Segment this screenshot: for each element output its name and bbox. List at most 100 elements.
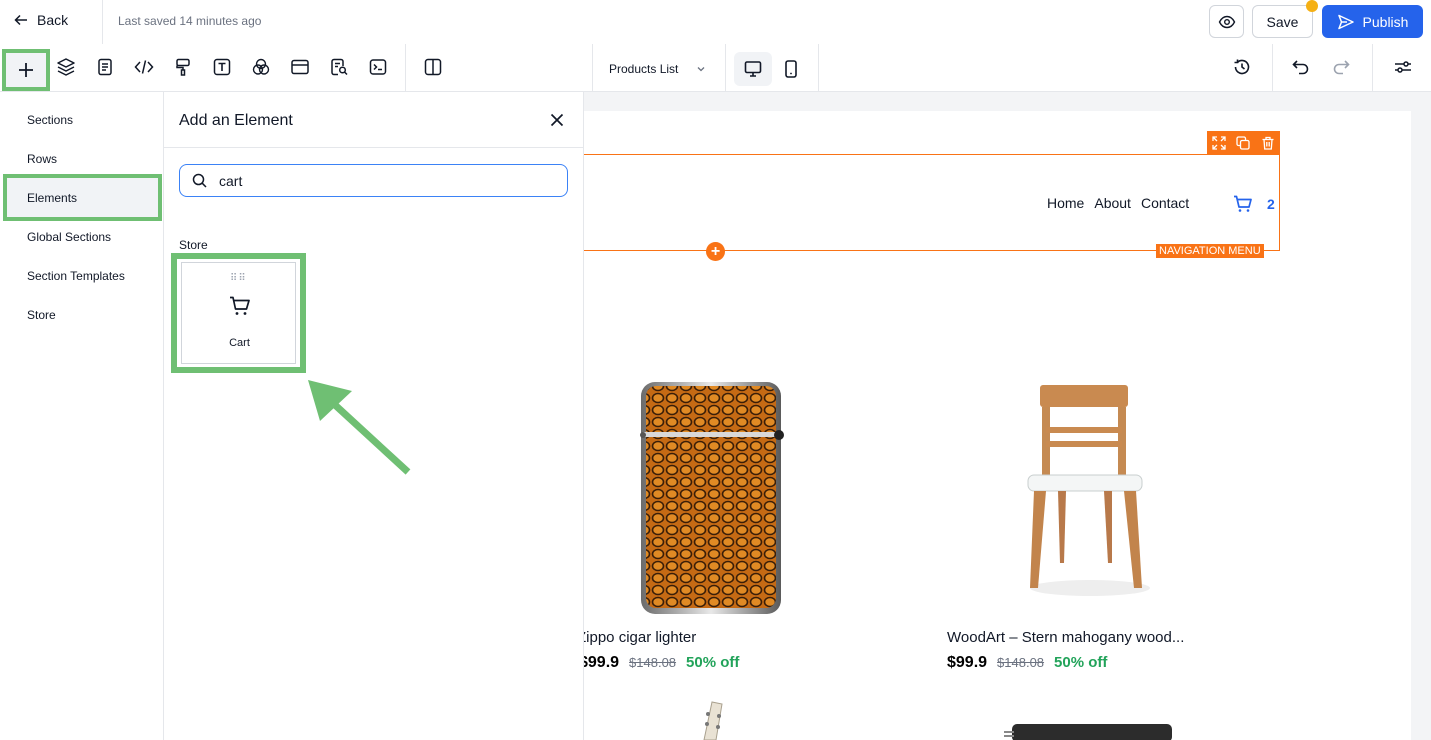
divider [102, 0, 103, 44]
undo-icon [1292, 60, 1309, 75]
page-select[interactable]: Products List [609, 62, 706, 76]
drag-handle-icon[interactable]: ⠿⠿ [230, 273, 247, 284]
element-search [179, 164, 568, 197]
product-old-price: $148.08 [997, 655, 1045, 670]
divider [818, 44, 819, 91]
typography-button[interactable] [209, 54, 235, 80]
code-icon [134, 60, 154, 74]
settings-button[interactable] [1390, 54, 1416, 80]
add-element-button[interactable] [2, 49, 50, 91]
divider [1272, 44, 1273, 91]
chevron-down-icon [697, 67, 705, 72]
divider [592, 44, 593, 91]
annotation-arrow [308, 380, 411, 475]
product-discount: 50% off [686, 654, 740, 671]
plus-icon [19, 63, 33, 77]
divider [725, 44, 726, 91]
cart-icon [1234, 195, 1252, 212]
guitar-headstock-image [703, 701, 723, 740]
add-section-button[interactable]: + [706, 242, 725, 261]
close-icon [550, 113, 564, 127]
product-price: $99.9 [579, 654, 620, 671]
page-icon [98, 58, 112, 76]
terminal-button[interactable] [365, 54, 391, 80]
nav-cart[interactable]: 2 [1233, 194, 1275, 214]
product-name[interactable]: Zippo cigar lighter [577, 629, 696, 646]
search-input[interactable] [219, 172, 519, 189]
send-icon [1337, 14, 1354, 29]
history-button[interactable] [1229, 54, 1255, 80]
cart-icon [230, 296, 250, 315]
layers-button[interactable] [53, 54, 79, 80]
sliders-icon [1395, 61, 1411, 73]
split-view-icon [424, 58, 442, 76]
nav-link-about[interactable]: About [1094, 195, 1131, 211]
top-bar: Back Last saved 14 minutes ago Save Publ… [0, 0, 1431, 44]
sidebar-item-store[interactable]: Store [27, 308, 56, 322]
search-page-icon [331, 58, 348, 76]
save-button[interactable]: Save [1252, 5, 1313, 38]
history-clock-icon [1234, 59, 1250, 75]
divider [1372, 44, 1373, 91]
desktop-icon [744, 61, 762, 77]
split-view-button[interactable] [420, 54, 446, 80]
paint-roller-icon [176, 58, 190, 76]
search-icon [192, 173, 207, 188]
layers-icon [57, 58, 75, 76]
product-price-row: $99.9 $148.08 50% off [579, 654, 739, 672]
nav-link-contact[interactable]: Contact [1141, 195, 1189, 211]
desktop-view-button[interactable] [734, 52, 772, 86]
text-icon [213, 58, 231, 76]
selection-toolbar [1207, 131, 1280, 155]
publish-button[interactable]: Publish [1322, 5, 1423, 38]
navigation-menu-tag: NAVIGATION MENU [1156, 244, 1264, 258]
preview-button[interactable] [1209, 5, 1244, 38]
seo-button[interactable] [326, 54, 352, 80]
code-button[interactable] [131, 54, 157, 80]
sidebar-item-rows[interactable]: Rows [27, 152, 57, 166]
mobile-icon [785, 60, 797, 78]
redo-button[interactable] [1328, 54, 1354, 80]
sidebar-item-elements[interactable]: Elements [27, 191, 77, 205]
mobile-view-button[interactable] [772, 52, 810, 86]
editor-toolbar [0, 44, 1431, 92]
element-group-label: Store [179, 238, 208, 252]
expand-icon[interactable] [1212, 136, 1226, 150]
page-select-value: Products List [609, 62, 679, 76]
product-discount: 50% off [1054, 654, 1108, 671]
close-panel-button[interactable] [549, 112, 565, 133]
save-label: Save [1266, 13, 1299, 30]
panel-title: Add an Element [179, 112, 293, 129]
eye-icon [1218, 15, 1235, 28]
colors-button[interactable] [248, 54, 274, 80]
undo-button[interactable] [1288, 54, 1314, 80]
sidebar-item-global-sections[interactable]: Global Sections [27, 230, 111, 244]
duplicate-icon[interactable] [1236, 136, 1251, 150]
zippo-lighter-image [640, 382, 784, 614]
back-button[interactable]: Back [14, 12, 68, 28]
wooden-chair-image [1027, 385, 1150, 596]
styles-button[interactable] [170, 54, 196, 80]
cart-element-card[interactable]: ⠿⠿ Cart [181, 262, 296, 364]
redo-icon [1333, 60, 1350, 75]
trash-icon[interactable] [1261, 136, 1275, 150]
last-saved-text: Last saved 14 minutes ago [118, 14, 262, 28]
pages-button[interactable] [92, 54, 118, 80]
window-icon [291, 59, 309, 75]
sidebar-item-section-templates[interactable]: Section Templates [27, 269, 125, 283]
product-price: $99.9 [947, 654, 988, 671]
cart-count: 2 [1267, 196, 1275, 212]
product-name[interactable]: WoodArt – Stern mahogany wood... [947, 629, 1184, 646]
product-old-price: $148.08 [629, 655, 677, 670]
nav-link-home[interactable]: Home [1047, 195, 1084, 211]
unsaved-indicator [1306, 0, 1318, 12]
divider [164, 147, 584, 148]
product-price-row: $99.9 $148.08 50% off [947, 654, 1107, 672]
arrow-left-icon [14, 14, 27, 26]
back-label: Back [37, 12, 69, 28]
color-circles-icon [252, 58, 270, 75]
product-image-partial [1004, 724, 1172, 740]
divider [405, 44, 406, 91]
sidebar-item-sections[interactable]: Sections [27, 113, 73, 127]
popup-button[interactable] [287, 54, 313, 80]
